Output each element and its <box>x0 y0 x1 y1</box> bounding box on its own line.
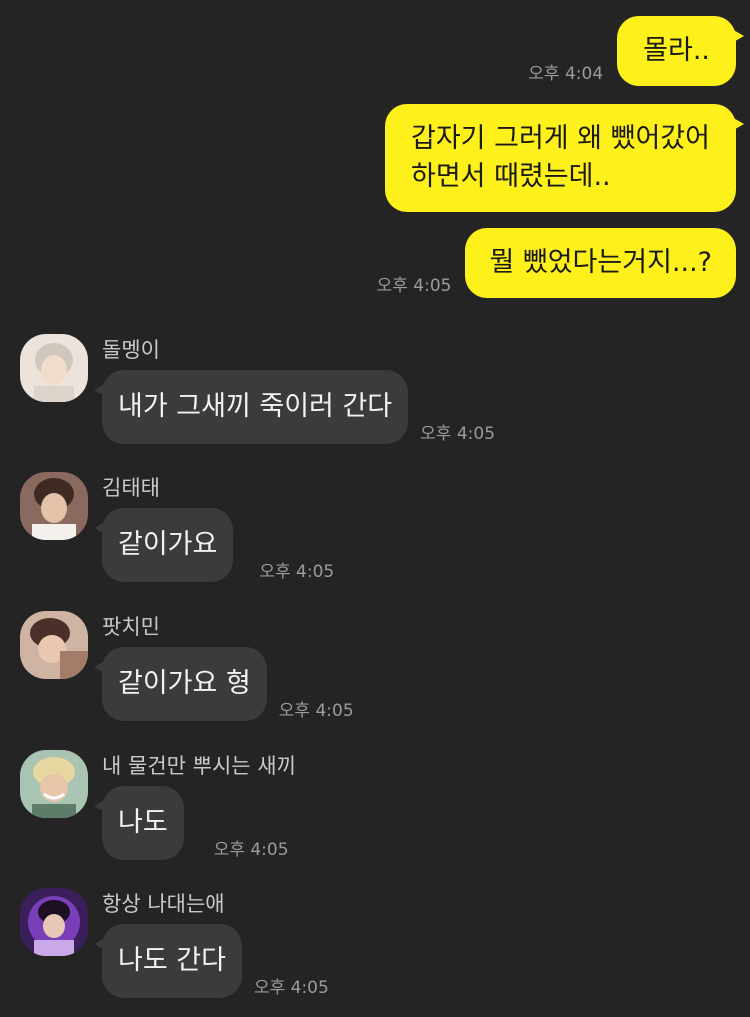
message-bubble-outgoing[interactable]: 뭘 뺐었다는거지...? <box>465 228 736 298</box>
sender-name: 내 물건만 뿌시는 새끼 <box>102 754 296 778</box>
sender-name: 항상 나대는애 <box>102 892 225 916</box>
message-bubble-incoming[interactable]: 같이가요 형 <box>94 647 267 721</box>
message-time: 오후 4:05 <box>376 276 452 296</box>
message-time: 오후 4:04 <box>528 64 604 84</box>
message-bubble-incoming[interactable]: 내가 그새끼 죽이러 간다 <box>93 370 409 444</box>
message-bubble-incoming[interactable]: 나도 <box>94 786 184 860</box>
message-time: 오후 4:05 <box>259 562 335 582</box>
avatar[interactable] <box>20 611 88 679</box>
profile-photo-icon <box>20 611 88 679</box>
avatar[interactable] <box>20 750 88 818</box>
outgoing-message[interactable]: 갑자기 그러게 왜 뺐어갔어 하면서 때렸는데.. <box>385 104 744 212</box>
message-row: 나도 오후 4:05 <box>94 786 289 860</box>
message-row: 같이가요 형 오후 4:05 <box>94 647 354 721</box>
message-text: 몰라.. <box>643 35 710 66</box>
message-bubble-incoming[interactable]: 같이가요 <box>93 508 234 582</box>
message-text: 뭘 뺐었다는거지...? <box>489 247 712 278</box>
avatar[interactable] <box>20 472 88 540</box>
message-row: 나도 간다 오후 4:05 <box>94 924 329 998</box>
message-text-line: 하면서 때렸는데.. <box>411 161 611 192</box>
message-time: 오후 4:05 <box>420 424 496 444</box>
message-time: 오후 4:05 <box>253 978 329 998</box>
profile-photo-icon <box>20 472 88 540</box>
message-row: 내가 그새끼 죽이러 간다 오후 4:05 <box>93 370 496 444</box>
message-bubble-outgoing[interactable]: 몰라.. <box>617 16 744 86</box>
message-bubble-outgoing[interactable]: 갑자기 그러게 왜 뺐어갔어 하면서 때렸는데.. <box>385 104 744 212</box>
chat-view: 오후 4:04 몰라.. 갑자기 그러게 왜 뺐어갔어 하면서 때렸는데.. 오… <box>0 0 750 1017</box>
message-text: 같이가요 형 <box>118 668 251 699</box>
message-text: 같이가요 <box>118 529 218 560</box>
avatar[interactable] <box>20 888 88 956</box>
sender-name: 돌멩이 <box>102 338 160 362</box>
profile-photo-icon <box>20 334 88 402</box>
sender-name: 팟치민 <box>102 615 160 639</box>
outgoing-message[interactable]: 오후 4:05 뭘 뺐었다는거지...? <box>377 228 736 298</box>
message-bubble-incoming[interactable]: 나도 간다 <box>94 924 242 998</box>
message-row: 같이가요 오후 4:05 <box>93 508 335 582</box>
outgoing-message[interactable]: 오후 4:04 몰라.. <box>528 16 744 86</box>
message-text: 내가 그새끼 죽이러 간다 <box>118 391 393 422</box>
message-text: 나도 간다 <box>118 945 226 976</box>
profile-photo-icon <box>20 888 88 956</box>
sender-name: 김태태 <box>102 476 160 500</box>
message-time: 오후 4:05 <box>213 840 289 860</box>
message-time: 오후 4:05 <box>278 701 354 721</box>
message-text: 나도 <box>118 807 168 838</box>
profile-photo-icon <box>20 750 88 818</box>
message-text-line: 갑자기 그러게 왜 뺐어갔어 <box>411 123 710 154</box>
avatar[interactable] <box>20 334 88 402</box>
